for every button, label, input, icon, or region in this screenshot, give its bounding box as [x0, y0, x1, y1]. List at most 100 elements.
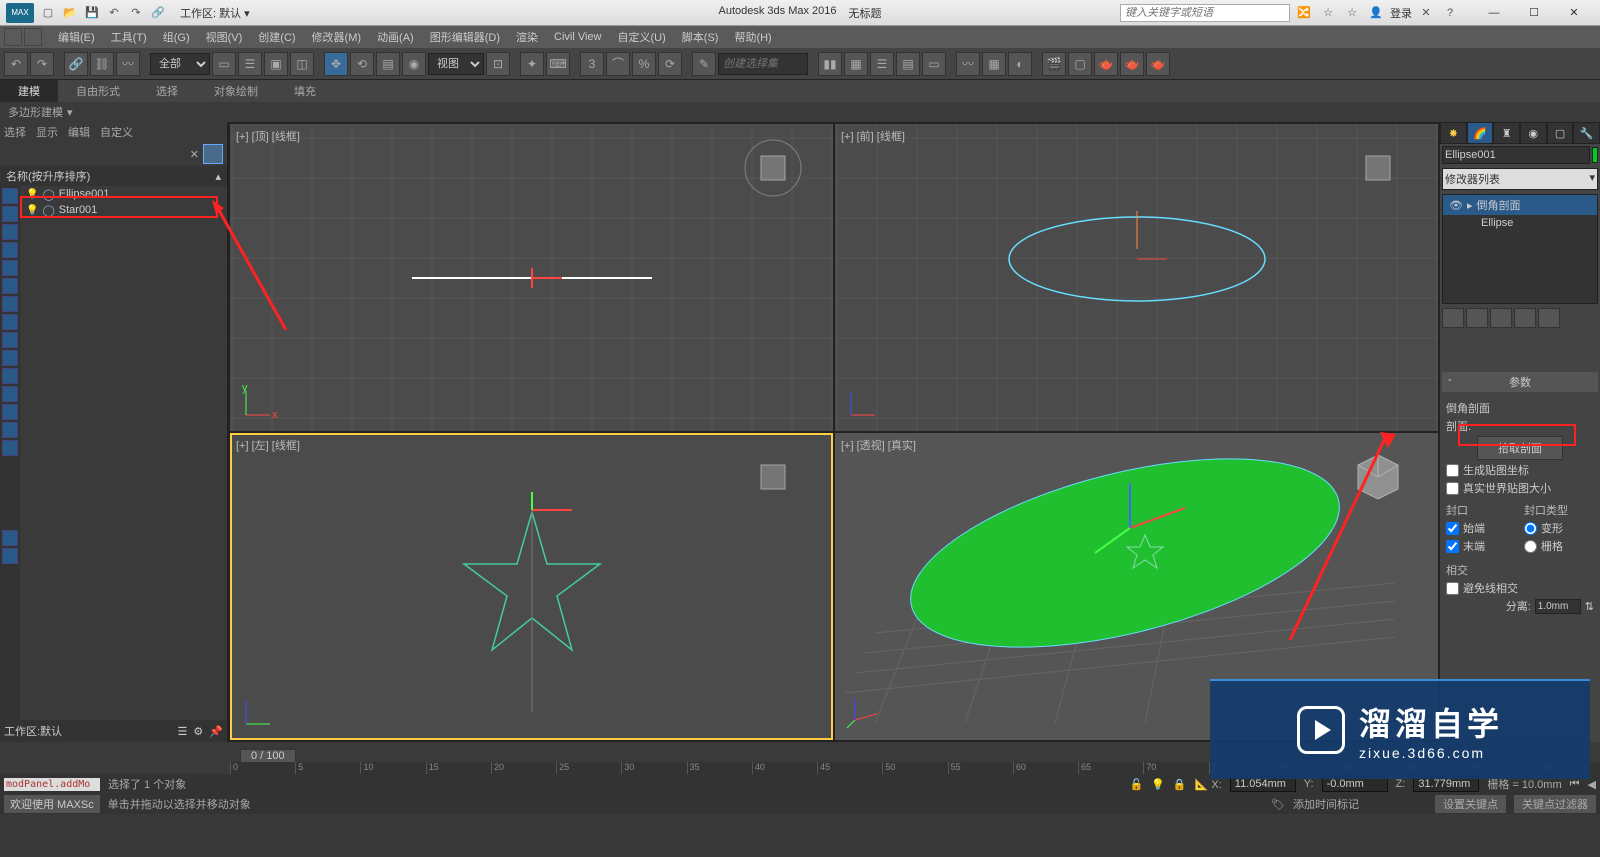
se-tab-display[interactable]: 显示 — [36, 124, 58, 140]
viewcube[interactable] — [743, 447, 803, 507]
star-icon[interactable]: ☆ — [1318, 3, 1338, 23]
viewport-label[interactable]: [+] [透视] [真实] — [841, 437, 916, 453]
configure-sets-icon[interactable] — [1538, 308, 1560, 328]
filter-icon[interactable] — [2, 440, 18, 456]
rollout-header-params[interactable]: 参数 — [1442, 372, 1598, 392]
menu-tools[interactable]: 工具(T) — [103, 29, 155, 45]
ribbon-panel-label[interactable]: 多边形建模 — [8, 104, 63, 120]
add-time-tag[interactable]: 添加时间标记 — [1293, 796, 1359, 812]
app-logo[interactable]: MAX — [6, 3, 34, 23]
filter-icon[interactable] — [2, 404, 18, 420]
menu-modifiers[interactable]: 修改器(M) — [304, 29, 370, 45]
make-unique-icon[interactable] — [1490, 308, 1512, 328]
select-icon[interactable]: ▭ — [212, 52, 236, 76]
menu-create[interactable]: 创建(C) — [250, 29, 303, 45]
utilities-tab-icon[interactable]: 🔧 — [1573, 122, 1600, 144]
modifier-list-dropdown[interactable]: 修改器列表▾ — [1442, 168, 1598, 190]
maximize-button[interactable]: ☐ — [1514, 1, 1554, 25]
help-icon[interactable]: ? — [1440, 3, 1460, 23]
filter-icon[interactable] — [2, 548, 18, 564]
lightbulb-icon[interactable]: 💡 — [26, 189, 38, 200]
se-tab-edit[interactable]: 编辑 — [68, 124, 90, 140]
render-iterative-icon[interactable]: 🫖 — [1146, 52, 1170, 76]
cap-end-checkbox[interactable] — [1446, 540, 1459, 553]
maxscript-mini-listener[interactable]: modPanel.addMo — [4, 778, 100, 791]
object-name-field[interactable] — [1442, 146, 1590, 164]
percent-snap-icon[interactable]: % — [632, 52, 656, 76]
selection-lock-icon[interactable]: 🔒 — [1173, 778, 1187, 791]
move-icon[interactable]: ✥ — [324, 52, 348, 76]
filter-icon[interactable] — [2, 206, 18, 222]
filter-icon[interactable] — [2, 242, 18, 258]
menu-icon[interactable] — [4, 28, 22, 46]
viewport-label[interactable]: [+] [顶] [线框] — [236, 128, 300, 144]
spinner-arrows-icon[interactable]: ⇅ — [1585, 600, 1594, 613]
eye-icon[interactable]: 👁 — [1449, 199, 1463, 212]
ribbon-tab-freeform[interactable]: 自由形式 — [58, 80, 138, 102]
spinner-snap-icon[interactable]: ⟳ — [658, 52, 682, 76]
menu-animation[interactable]: 动画(A) — [369, 29, 422, 45]
mirror-icon[interactable]: ▮▮ — [818, 52, 842, 76]
real-world-checkbox[interactable] — [1446, 482, 1459, 495]
layers-icon[interactable]: ☰ — [870, 52, 894, 76]
menu-civil-view[interactable]: Civil View — [546, 31, 609, 43]
snap-icon[interactable]: 3 — [580, 52, 604, 76]
align-icon[interactable]: ▦ — [844, 52, 868, 76]
viewport-top[interactable]: [+] [顶] [线框] xy — [230, 124, 833, 431]
schematic-icon[interactable]: ▦ — [982, 52, 1006, 76]
viewport-label[interactable]: [+] [左] [线框] — [236, 437, 300, 453]
new-icon[interactable]: ▢ — [38, 3, 58, 23]
cap-morph-radio[interactable] — [1524, 522, 1537, 535]
menu-graph-editors[interactable]: 图形编辑器(D) — [422, 29, 508, 45]
lightbulb-icon[interactable]: 💡 — [26, 205, 38, 216]
refcoord-dropdown[interactable]: 视图 — [428, 53, 484, 75]
menu-group[interactable]: 组(G) — [155, 29, 198, 45]
render-setup-icon[interactable]: 🎬 — [1042, 52, 1066, 76]
hierarchy-tab-icon[interactable]: ♜ — [1493, 122, 1520, 144]
filter-icon[interactable] — [2, 368, 18, 384]
curve-editor-icon[interactable]: 〰 — [956, 52, 980, 76]
modifier-item[interactable]: Ellipse — [1443, 215, 1597, 231]
viewport-left[interactable]: [+] [左] [线框] — [230, 433, 833, 740]
lock-icon[interactable]: 🔓 — [1130, 778, 1144, 791]
layer-explorer-icon[interactable]: ▤ — [896, 52, 920, 76]
viewcube[interactable] — [743, 138, 803, 198]
render-frame-icon[interactable]: ▢ — [1068, 52, 1092, 76]
named-selection-set-input[interactable] — [718, 53, 808, 75]
pin-icon[interactable]: 📌 — [209, 725, 223, 738]
user-icon[interactable]: 👤 — [1366, 3, 1386, 23]
display-tab-icon[interactable]: ▢ — [1547, 122, 1574, 144]
undo-icon[interactable]: ↶ — [4, 52, 28, 76]
star-icon[interactable]: ☆ — [1342, 3, 1362, 23]
playback-prev-icon[interactable]: ◀ — [1588, 778, 1596, 791]
select-region-icon[interactable]: ▣ — [264, 52, 288, 76]
se-tab-customize[interactable]: 自定义 — [100, 124, 133, 140]
remove-modifier-icon[interactable] — [1514, 308, 1536, 328]
workspace-label[interactable]: 工作区:默认 — [4, 723, 62, 739]
menu-view[interactable]: 视图(V) — [198, 29, 251, 45]
angle-snap-icon[interactable]: ⌒ — [606, 52, 630, 76]
separation-spinner[interactable] — [1535, 599, 1581, 614]
keyboard-shortcut-icon[interactable]: ⌨ — [546, 52, 570, 76]
modifier-stack[interactable]: 👁▸ 倒角剖面 Ellipse — [1442, 194, 1598, 304]
layers-icon[interactable]: ☰ — [178, 725, 188, 738]
menu-help[interactable]: 帮助(H) — [726, 29, 779, 45]
manipulate-icon[interactable]: ✦ — [520, 52, 544, 76]
time-tag-icon[interactable]: 🏷 — [1271, 798, 1285, 811]
close-button[interactable]: ✕ — [1554, 1, 1594, 25]
window-crossing-icon[interactable]: ◫ — [290, 52, 314, 76]
pin-stack-icon[interactable] — [1442, 308, 1464, 328]
filter-icon[interactable] — [2, 314, 18, 330]
selection-filter-dropdown[interactable]: 全部 — [150, 53, 210, 75]
se-tab-select[interactable]: 选择 — [4, 124, 26, 140]
ribbon-tab-populate[interactable]: 填充 — [276, 80, 334, 102]
help-search-input[interactable] — [1120, 4, 1290, 22]
filter-icon[interactable] — [2, 296, 18, 312]
modifier-item[interactable]: 👁▸ 倒角剖面 — [1443, 195, 1597, 215]
render-production-icon[interactable]: 🫖 — [1120, 52, 1144, 76]
view-toggle-icon[interactable] — [203, 144, 223, 164]
create-tab-icon[interactable]: ✸ — [1440, 122, 1467, 144]
bind-spacewarp-icon[interactable]: 〰 — [116, 52, 140, 76]
filter-icon[interactable] — [2, 422, 18, 438]
se-column-header[interactable]: 名称(按升序排序)▴ — [0, 166, 227, 186]
